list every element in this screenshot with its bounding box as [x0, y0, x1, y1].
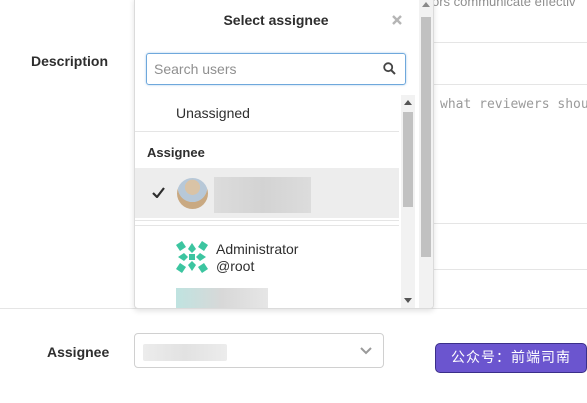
- list-item-selected-user[interactable]: [135, 168, 399, 218]
- unassigned-label: Unassigned: [176, 105, 250, 121]
- form-divider-mid: [433, 269, 587, 270]
- user-username: @root: [216, 258, 255, 274]
- list-divider: [135, 131, 399, 132]
- search-input[interactable]: [147, 54, 367, 84]
- list-item-unassigned[interactable]: Unassigned: [135, 95, 399, 131]
- form-divider-top: [433, 42, 587, 43]
- dropdown-scroll-up[interactable]: [419, 0, 433, 17]
- scroll-up-arrow[interactable]: [404, 100, 412, 105]
- watermark-badge: 公众号：前端司南: [435, 343, 587, 373]
- description-textarea[interactable]: what reviewers shou: [433, 84, 587, 224]
- dropdown-scroll-thumb[interactable]: [421, 17, 431, 257]
- scroll-down-arrow[interactable]: [404, 298, 412, 303]
- list-item-user[interactable]: Administrator @root: [135, 231, 399, 283]
- assignee-selected-value: [143, 344, 227, 361]
- list-item-redacted[interactable]: [176, 288, 268, 308]
- description-placeholder: what reviewers shou: [440, 97, 587, 112]
- close-icon[interactable]: [391, 14, 403, 26]
- list-scrollbar[interactable]: [401, 95, 415, 308]
- user-name-redacted: [214, 177, 311, 213]
- search-box: [146, 53, 406, 85]
- check-icon: [152, 187, 165, 198]
- user-list: Unassigned Assignee Administrator @root: [135, 95, 415, 308]
- dropdown-scrollbar[interactable]: [419, 17, 433, 308]
- avatar: [177, 178, 208, 209]
- list-divider: [135, 220, 399, 221]
- assignee-label: Assignee: [47, 344, 110, 360]
- dropdown-title: Select assignee: [223, 12, 329, 28]
- identicon-avatar: [176, 241, 208, 273]
- search-icon: [383, 62, 396, 75]
- assignee-select[interactable]: [134, 333, 384, 368]
- list-scroll-thumb[interactable]: [403, 112, 413, 207]
- list-divider: [135, 225, 399, 226]
- hint-text: ors communicate effectiv: [432, 0, 576, 9]
- assignee-dropdown: Select assignee Unassigned Assignee: [134, 0, 434, 309]
- section-header-assignee: Assignee: [147, 145, 205, 160]
- user-display-name: Administrator: [216, 241, 299, 257]
- description-label: Description: [31, 53, 109, 69]
- chevron-down-icon: [360, 347, 372, 355]
